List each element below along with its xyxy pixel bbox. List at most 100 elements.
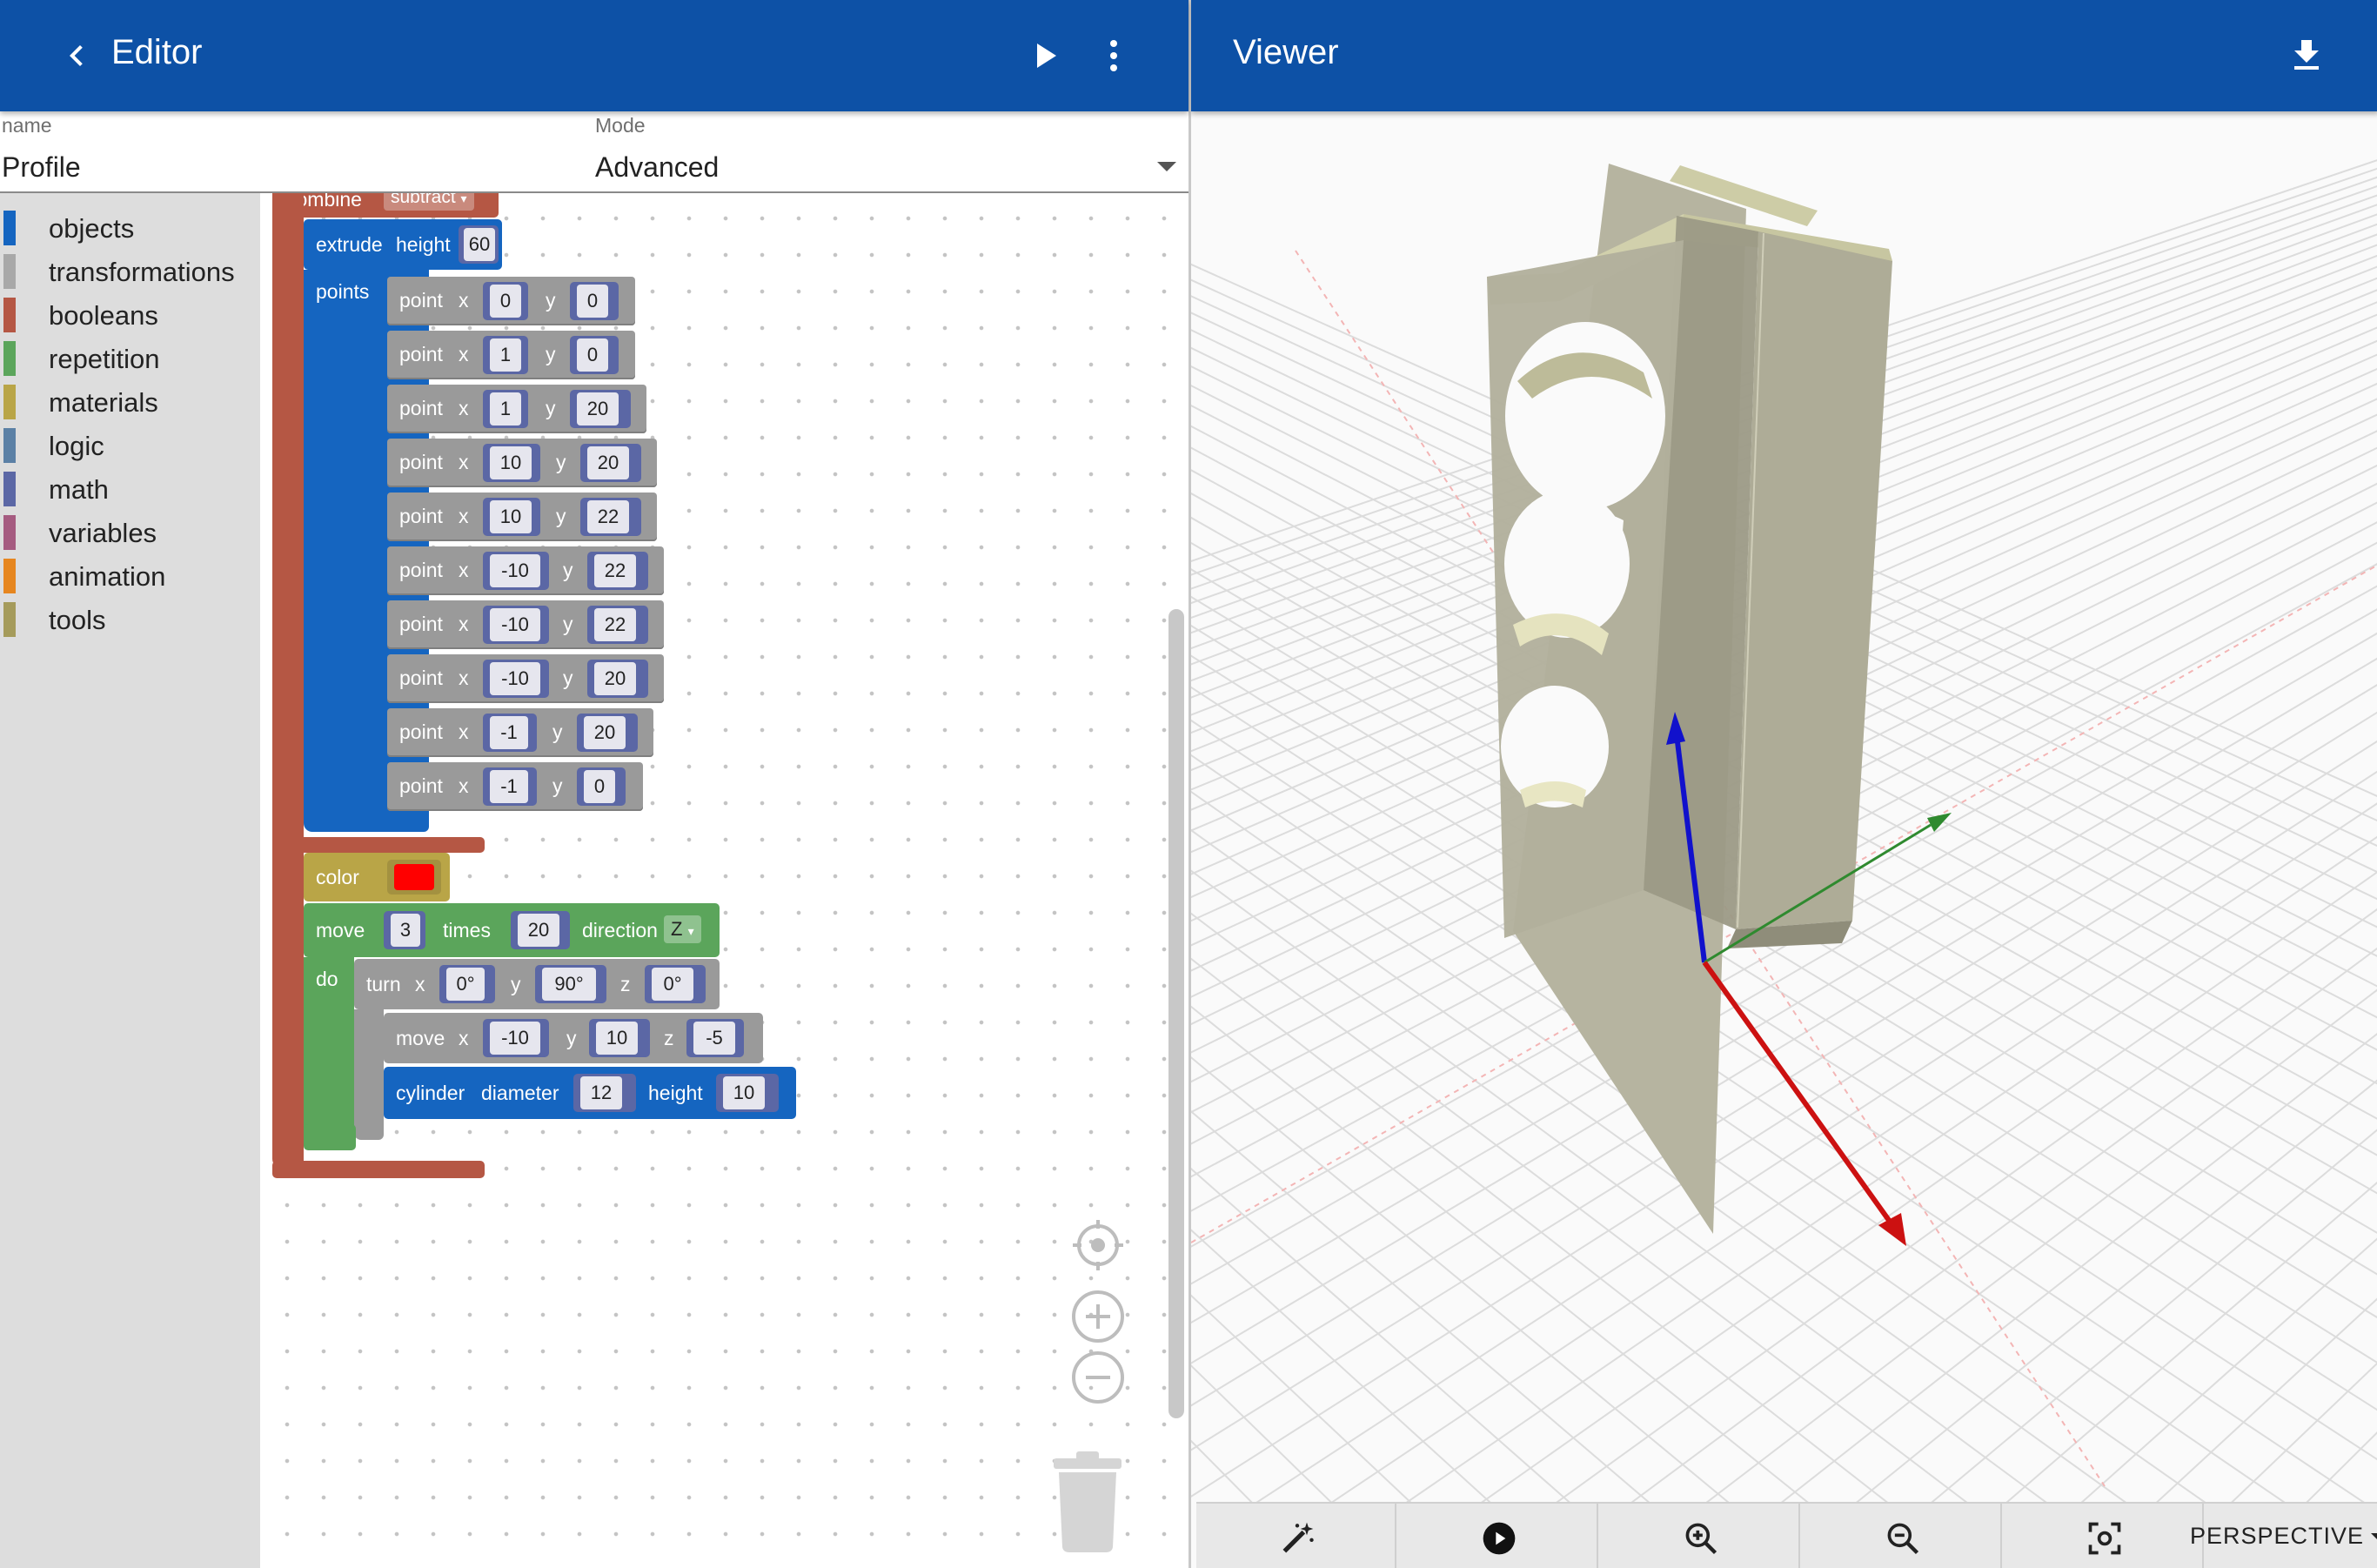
play-circle-icon	[1483, 1522, 1516, 1555]
point-block[interactable]: point x 10 y 20	[387, 439, 657, 487]
point-y-input[interactable]: 22	[587, 500, 629, 533]
toolbox-category-tools[interactable]: tools	[0, 593, 260, 637]
point-y-input[interactable]: 20	[584, 716, 626, 749]
point-x-input[interactable]: 10	[490, 500, 532, 533]
category-label: repetition	[49, 344, 160, 374]
direction-dropdown[interactable]: Z ▾	[664, 915, 701, 943]
mode-select[interactable]: Advanced	[595, 151, 719, 184]
repeat-step-input[interactable]: 20	[518, 914, 559, 947]
point-x-input[interactable]: 1	[490, 392, 521, 426]
point-y-input[interactable]: 22	[594, 608, 636, 641]
extrude-height-input[interactable]: 60	[464, 228, 495, 261]
color-block[interactable]: color	[304, 853, 450, 901]
auto-fit-button[interactable]	[1196, 1504, 1396, 1568]
turn-body	[354, 1009, 384, 1140]
toolbox-category-repetition[interactable]: repetition	[0, 332, 260, 376]
toolbox-category-objects[interactable]: objects	[0, 202, 260, 245]
animate-button[interactable]	[1398, 1504, 1598, 1568]
point-x-input[interactable]: 0	[490, 285, 521, 318]
direction-label: direction	[582, 919, 658, 941]
zoom-out-icon[interactable]	[1071, 1350, 1125, 1404]
workspace-scrollbar[interactable]	[1168, 609, 1184, 1418]
move-z-input[interactable]: -5	[693, 1022, 735, 1055]
chevron-down-icon[interactable]	[1157, 162, 1176, 171]
combine-op-dropdown[interactable]: subtract ▾	[384, 193, 474, 211]
viewer-zoom-in-button[interactable]	[1600, 1504, 1800, 1568]
screenshot-icon	[2088, 1522, 2121, 1555]
chevron-down-icon: ▾	[460, 193, 467, 205]
point-y-input[interactable]: 22	[594, 554, 636, 587]
point-block[interactable]: point x -1 y 20	[387, 708, 653, 757]
point-x-input[interactable]: -10	[490, 554, 540, 587]
point-x-input[interactable]: -1	[490, 770, 528, 803]
point-y-input[interactable]: 20	[577, 392, 619, 426]
combine-block[interactable]: combine subtract ▾	[272, 193, 499, 218]
point-block[interactable]: point x 1 y 0	[387, 331, 635, 379]
turn-block[interactable]: turn x 0° y 90° z 0°	[354, 959, 720, 1009]
toolbox-category-logic[interactable]: logic	[0, 419, 260, 463]
blocks-workspace[interactable]: combine subtract ▾ extrude height 60 poi…	[260, 193, 1188, 1568]
point-x-input[interactable]: 1	[490, 338, 521, 372]
point-block[interactable]: point x 0 y 0	[387, 277, 635, 325]
toolbox-category-animation[interactable]: animation	[0, 550, 260, 593]
name-field-label: name	[2, 114, 52, 137]
3d-viewport[interactable]	[1191, 111, 2377, 1502]
point-y-input[interactable]: 0	[577, 338, 608, 372]
point-block[interactable]: point x -10 y 22	[387, 600, 664, 649]
category-swatch	[3, 341, 16, 376]
toolbox-category-math[interactable]: math	[0, 463, 260, 506]
extrude-block[interactable]: extrude height 60	[304, 219, 502, 270]
point-y-input[interactable]: 20	[594, 662, 636, 695]
turn-z-input[interactable]: 0°	[652, 968, 693, 1001]
color-swatch-input[interactable]	[394, 864, 434, 890]
viewer-zoom-out-button[interactable]	[1802, 1504, 2002, 1568]
move-y-input[interactable]: 10	[596, 1022, 638, 1055]
point-y-input[interactable]: 20	[587, 446, 629, 479]
toolbox-category-booleans[interactable]: booleans	[0, 289, 260, 332]
turn-label: turn	[366, 973, 401, 995]
play-icon[interactable]	[1023, 35, 1065, 77]
projection-select[interactable]: PERSPECTIVE	[2190, 1523, 2364, 1550]
point-block[interactable]: point x -1 y 0	[387, 762, 643, 811]
name-field[interactable]: Profile	[2, 151, 81, 184]
cylinder-block[interactable]: cylinder diameter 12 height 10	[384, 1067, 796, 1119]
point-label: point	[399, 720, 443, 743]
point-x-input[interactable]: -10	[490, 608, 540, 641]
toolbox-category-materials[interactable]: materials	[0, 376, 260, 419]
x-label: x	[459, 774, 469, 797]
point-x-input[interactable]: 10	[490, 446, 532, 479]
toolbox-category-variables[interactable]: variables	[0, 506, 260, 550]
download-icon[interactable]	[2286, 35, 2327, 77]
do-label: do	[316, 968, 338, 990]
zoom-in-icon[interactable]	[1071, 1290, 1125, 1344]
x-label: x	[459, 343, 469, 365]
x-label: x	[459, 397, 469, 419]
point-x-input[interactable]: -10	[490, 662, 540, 695]
point-block[interactable]: point x 10 y 22	[387, 493, 657, 541]
move-block[interactable]: move x -10 y 10 z -5	[384, 1013, 763, 1063]
block-toolbox: objects transformations booleans repetit…	[0, 193, 260, 1568]
chevron-down-icon: ▾	[687, 924, 694, 938]
turn-x-input[interactable]: 0°	[446, 968, 485, 1001]
turn-y-input[interactable]: 90°	[542, 968, 596, 1001]
chevron-down-icon[interactable]	[2371, 1533, 2377, 1541]
back-arrow-icon[interactable]	[56, 35, 97, 77]
repeat-count-input[interactable]: 3	[391, 914, 420, 947]
extrude-height-label: height	[396, 233, 451, 256]
point-x-input[interactable]: -1	[490, 716, 528, 749]
screenshot-button[interactable]	[2004, 1504, 2204, 1568]
trash-icon[interactable]	[1050, 1450, 1125, 1554]
point-y-input[interactable]: 0	[584, 770, 615, 803]
cylinder-diameter-input[interactable]: 12	[580, 1076, 622, 1109]
toolbox-category-transformations[interactable]: transformations	[0, 245, 260, 289]
point-block[interactable]: point x -10 y 22	[387, 546, 664, 595]
point-block[interactable]: point x -10 y 20	[387, 654, 664, 703]
point-block[interactable]: point x 1 y 20	[387, 385, 646, 433]
cylinder-height-input[interactable]: 10	[723, 1076, 765, 1109]
point-y-input[interactable]: 0	[577, 285, 608, 318]
move-x-input[interactable]: -10	[490, 1022, 540, 1055]
repeat-move-block[interactable]: move 3 times 20 direction Z ▾	[304, 903, 720, 957]
point-label: point	[399, 505, 443, 527]
more-vert-icon[interactable]	[1093, 35, 1135, 77]
recenter-icon[interactable]	[1071, 1218, 1125, 1272]
